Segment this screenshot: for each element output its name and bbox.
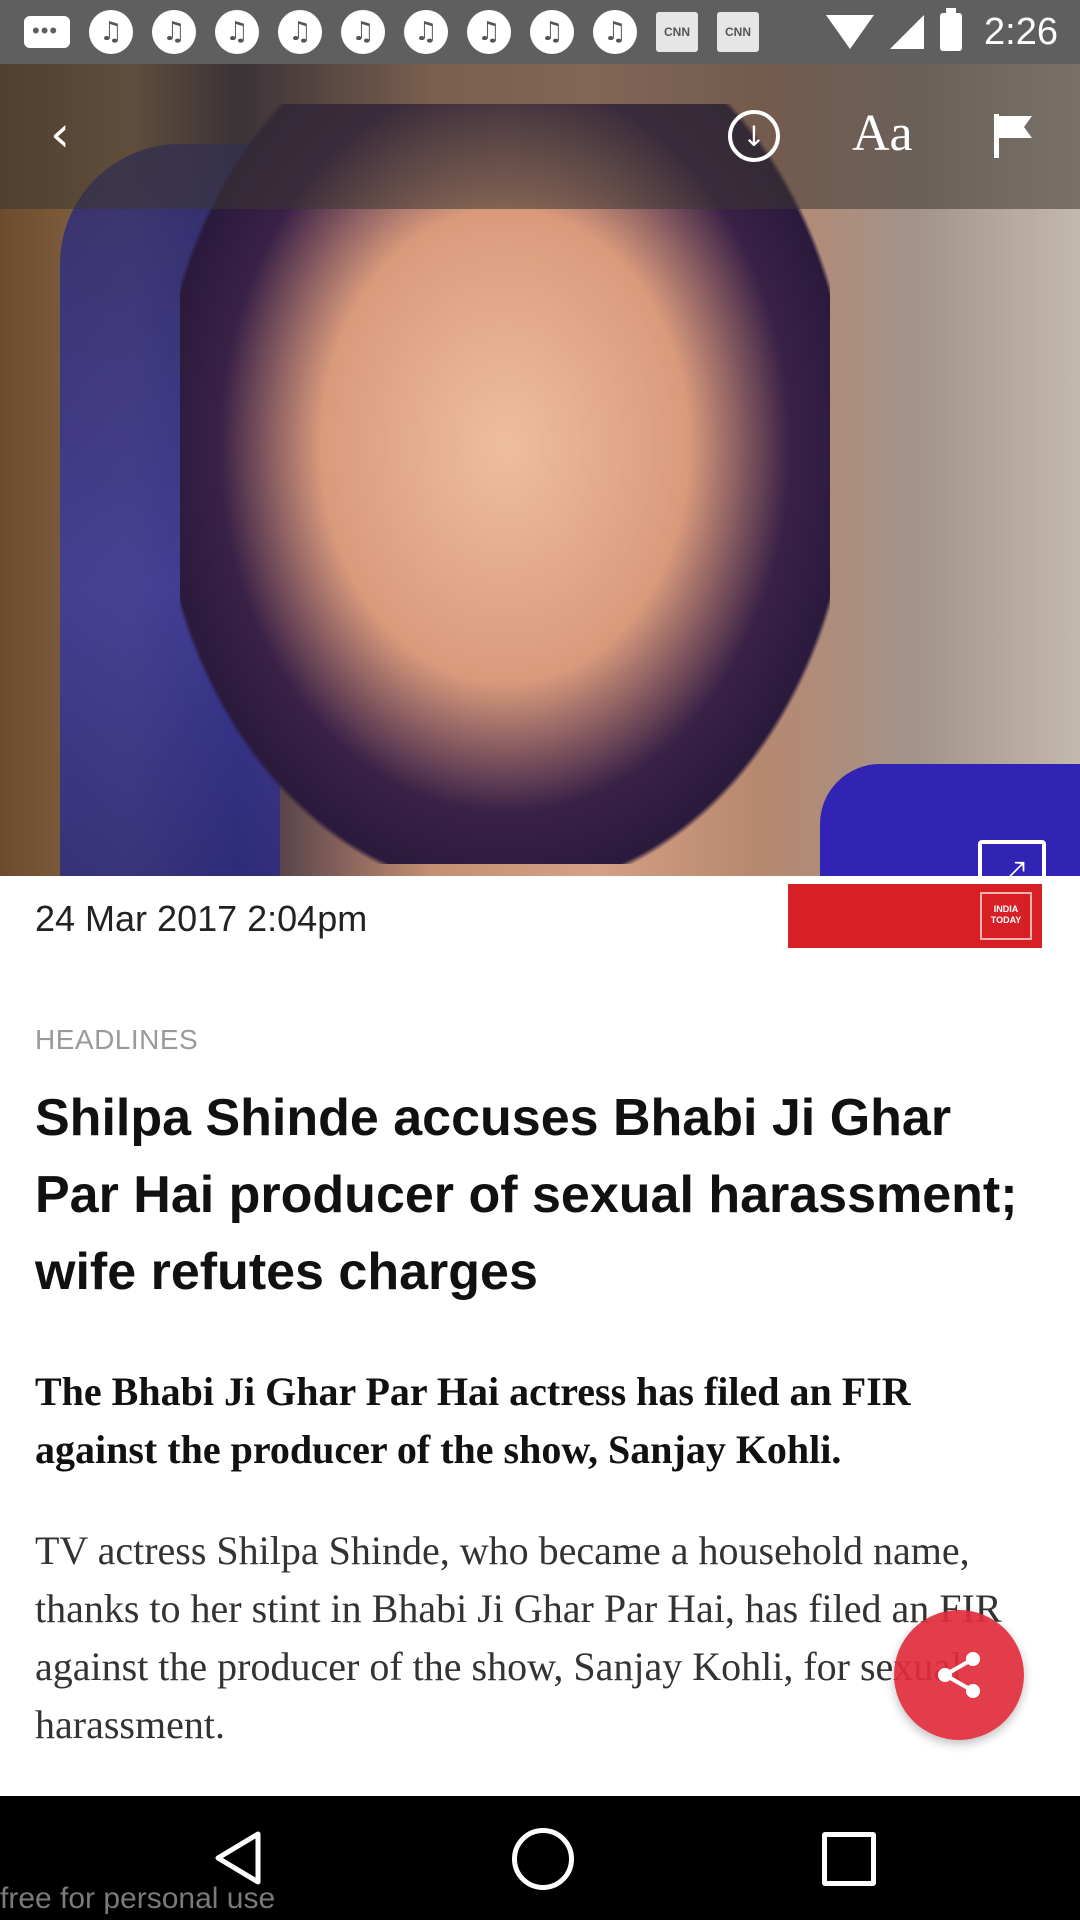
source-logo: INDIA TODAY [980, 892, 1032, 940]
app-notification-icon: ♫ [341, 10, 385, 54]
article-body: TV actress Shilpa Shinde, who became a h… [35, 1528, 1002, 1747]
article-toolbar: ‹ ↓ Aa [0, 64, 1080, 209]
app-notification-icon: ♫ [530, 10, 574, 54]
font-size-button[interactable]: Aa [852, 102, 913, 166]
article-date: 24 Mar 2017 2:04pm [35, 898, 368, 939]
app-notification-icon: ♫ [278, 10, 322, 54]
wifi-icon [826, 15, 875, 49]
battery-icon [940, 8, 963, 51]
app-notification-icon: ♫ [152, 10, 196, 54]
app-notification-icon: ♫ [215, 10, 259, 54]
signal-icon [890, 15, 925, 49]
cnn-icon: CNN [717, 12, 759, 52]
system-status: 2:26 [826, 8, 1080, 54]
watermark: free for personal use [0, 1882, 276, 1915]
article-title: Shilpa Shinde accuses Bhabi Ji Ghar Par … [35, 1089, 1018, 1301]
flag-icon[interactable] [992, 112, 1036, 160]
nav-back-icon[interactable] [210, 1830, 266, 1886]
download-icon[interactable]: ↓ [728, 110, 780, 162]
status-bar: ♫ ♫ ♫ ♫ ♫ ♫ ♫ ♫ ♫ CNN CNN 2:26 [0, 0, 1080, 64]
app-notification-icon: ♫ [89, 10, 133, 54]
messages-icon [24, 16, 70, 48]
source-badge[interactable]: INDIA TODAY [788, 884, 1042, 948]
share-button[interactable] [894, 1610, 1024, 1740]
category-label: HEADLINES [35, 1024, 199, 1055]
share-icon [938, 1652, 980, 1698]
nav-recents-icon[interactable] [822, 1832, 876, 1886]
status-time: 2:26 [984, 10, 1058, 53]
app-notification-icon: ♫ [593, 10, 637, 54]
app-notification-icon: ♫ [467, 10, 511, 54]
nav-home-icon[interactable] [512, 1828, 574, 1890]
hero-image-figure [180, 104, 830, 864]
article-summary: The Bhabi Ji Ghar Par Hai actress has fi… [35, 1369, 911, 1472]
app-notification-icon: ♫ [404, 10, 448, 54]
notification-icons: ♫ ♫ ♫ ♫ ♫ ♫ ♫ ♫ ♫ CNN CNN [0, 10, 759, 54]
cnn-icon: CNN [656, 12, 698, 52]
expand-icon[interactable]: ⤢ [978, 840, 1046, 876]
back-arrow-icon[interactable]: ‹ [30, 104, 90, 164]
